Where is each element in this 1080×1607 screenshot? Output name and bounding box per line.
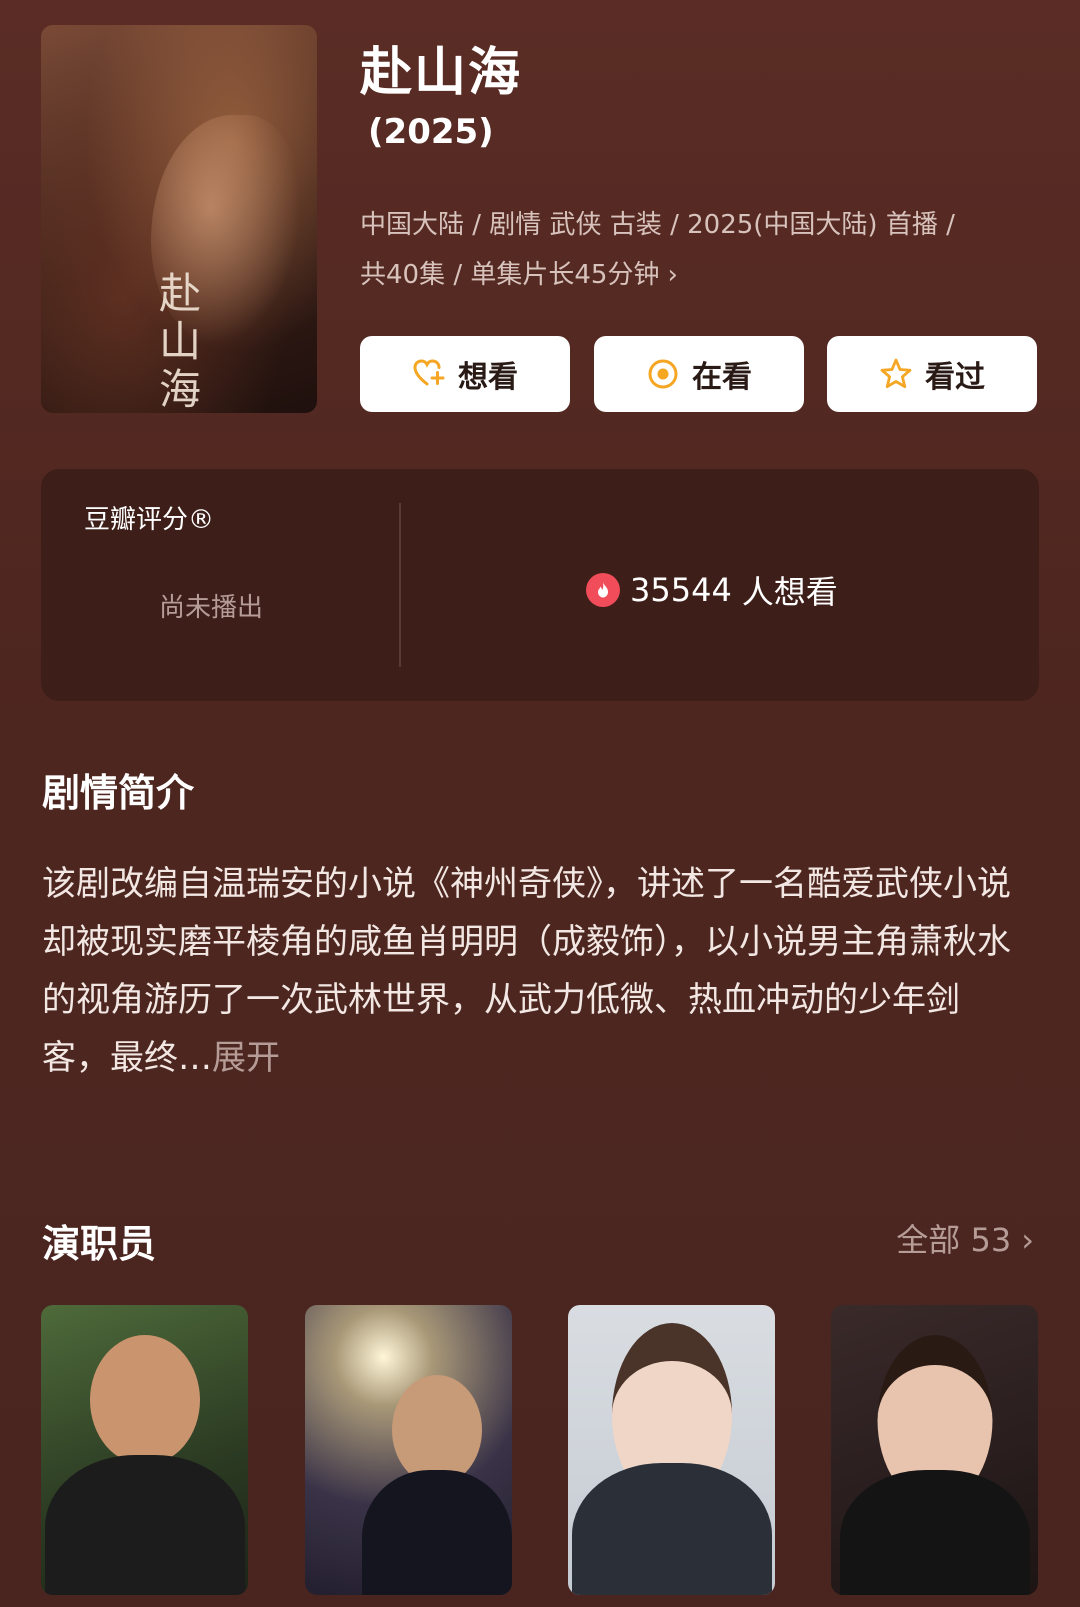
cast-photo-1-face <box>89 1335 200 1465</box>
meta-line-2: 共40集 / 单集片长45分钟 › <box>360 250 1040 300</box>
cast-photo-2-body <box>362 1470 512 1595</box>
cast-photo-4-body <box>839 1470 1030 1595</box>
synopsis-text-block: 该剧改编自温瑞安的小说《神州奇侠》，讲述了一名酷爱武侠小说却被现实磨平棱角的咸鱼… <box>42 855 1022 1087</box>
cast-photo-3-body <box>571 1463 772 1595</box>
want-count: 35544 人想看 <box>586 567 838 613</box>
fire-icon <box>586 573 620 607</box>
watching-button-label: 在看 <box>692 360 752 395</box>
rating-divider <box>399 503 401 667</box>
expand-link[interactable]: 展开 <box>212 1038 280 1078</box>
cast-photo-3[interactable] <box>568 1305 775 1595</box>
cast-photo-4[interactable] <box>831 1305 1038 1595</box>
heart-plus-icon <box>413 359 445 386</box>
synopsis-text: 该剧改编自温瑞安的小说《神州奇侠》，讲述了一名酷爱武侠小说却被现实磨平棱角的咸鱼… <box>42 864 1011 1078</box>
cast-photo-2[interactable] <box>305 1305 512 1595</box>
rating-status: 尚未播出 <box>159 593 264 623</box>
want-button[interactable]: 想看 <box>360 336 570 412</box>
cast-photo-1-body <box>44 1455 245 1595</box>
want-count-suffix: 人想看 <box>741 573 838 611</box>
watched-button[interactable]: 看过 <box>827 336 1037 412</box>
poster-calligraphy: 赴山海 <box>159 269 202 414</box>
cast-photo-1[interactable] <box>41 1305 248 1595</box>
show-meta[interactable]: 中国大陆 / 剧情 武侠 古装 / 2025(中国大陆) 首播 / 共40集 /… <box>360 200 1040 300</box>
target-icon <box>648 359 678 389</box>
cast-all-link[interactable]: 全部 53 › <box>896 1215 1034 1261</box>
want-count-number: 35544 <box>630 571 732 609</box>
rating-card[interactable]: 豆瓣评分® 尚未播出 35544 人想看 <box>41 469 1039 701</box>
poster-image[interactable]: 赴山海 <box>41 25 317 413</box>
page-title: 赴山海 <box>360 43 523 103</box>
star-icon <box>880 358 912 389</box>
want-button-label: 想看 <box>458 360 518 395</box>
watching-button[interactable]: 在看 <box>594 336 804 412</box>
chevron-right-icon: › <box>667 260 678 290</box>
cast-all-label: 全部 53 <box>896 1221 1012 1259</box>
chevron-right-icon: › <box>1021 1221 1034 1259</box>
meta-line-2-text: 共40集 / 单集片长45分钟 <box>360 260 660 290</box>
watched-button-label: 看过 <box>925 360 985 395</box>
cast-photo-2-face <box>392 1375 483 1485</box>
meta-line-1: 中国大陆 / 剧情 武侠 古装 / 2025(中国大陆) 首播 / <box>360 210 955 240</box>
rating-label: 豆瓣评分® <box>84 505 215 535</box>
cast-heading: 演职员 <box>42 1222 157 1266</box>
synopsis-heading: 剧情简介 <box>42 771 195 815</box>
release-year: (2025) <box>368 112 494 152</box>
